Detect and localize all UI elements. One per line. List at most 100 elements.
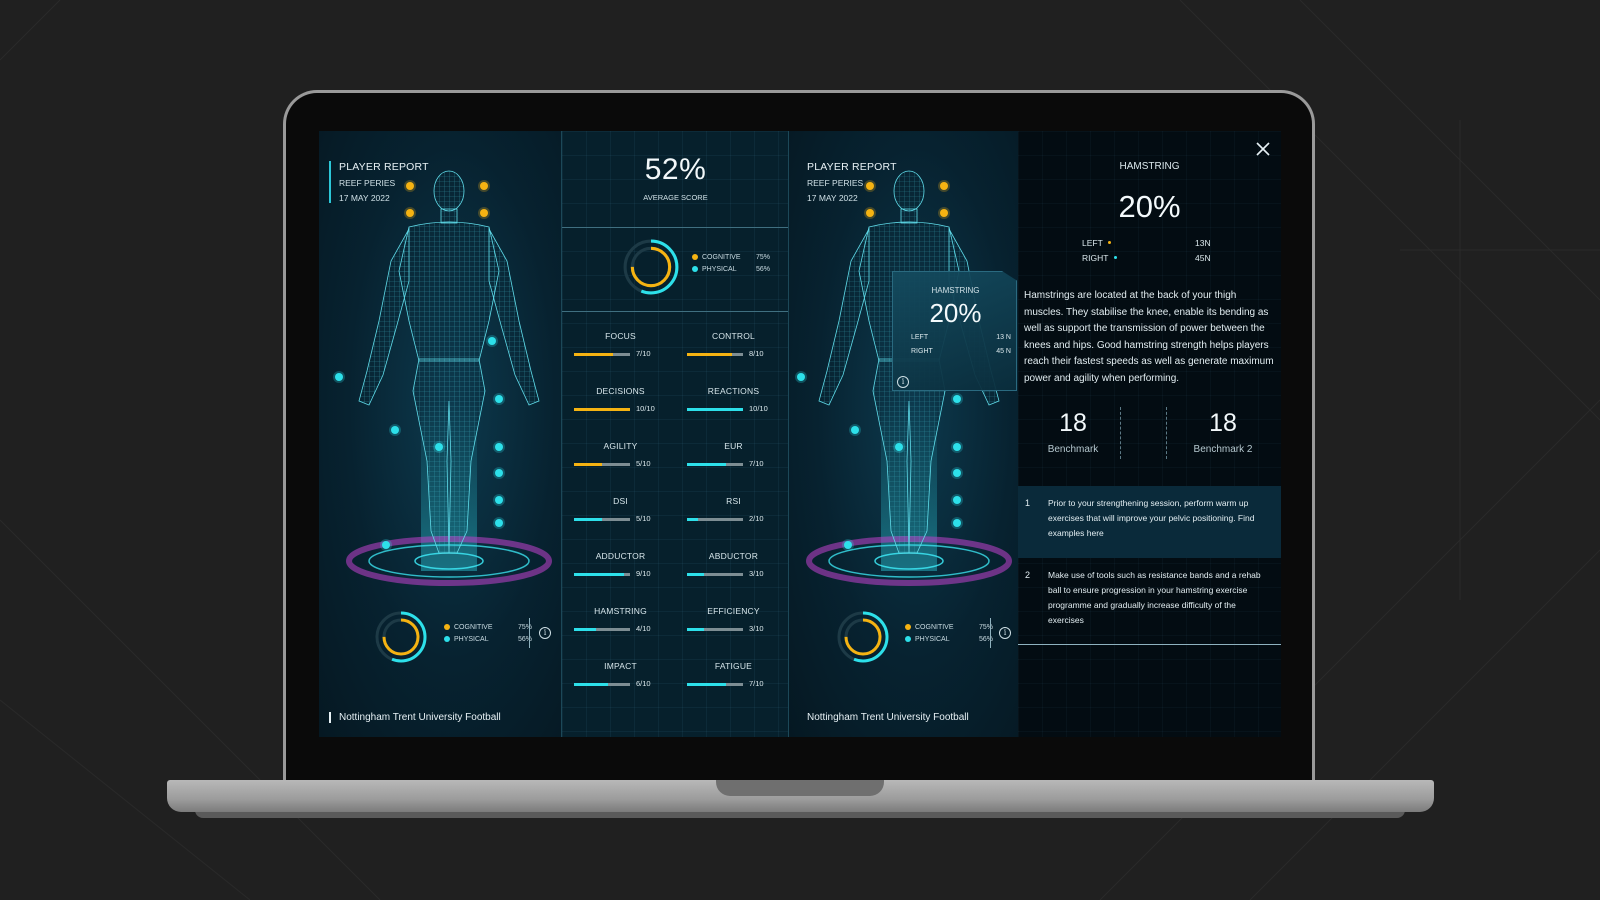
marker-dot[interactable] xyxy=(953,395,961,403)
metric-name: HAMSTRING xyxy=(594,606,647,616)
metric-impact[interactable]: IMPACT 6/10 xyxy=(564,661,677,688)
divider xyxy=(562,311,789,312)
metric-name: FOCUS xyxy=(605,331,636,341)
marker-dot[interactable] xyxy=(495,496,503,504)
metric-rsi[interactable]: RSI 2/10 xyxy=(677,496,790,523)
metric-bar-fill xyxy=(574,353,614,356)
marker-dot[interactable] xyxy=(480,209,488,217)
player-body-panel: PLAYER REPORT REEF PERIES 17 MAY 2022 CO… xyxy=(319,131,561,737)
marker-dot[interactable] xyxy=(953,496,961,504)
metric-bar-track xyxy=(687,408,743,411)
marker-dot[interactable] xyxy=(495,395,503,403)
metric-bar-fill xyxy=(687,683,727,686)
metric-reactions[interactable]: REACTIONS 10/10 xyxy=(677,386,790,413)
benchmark-2: 18 Benchmark 2 xyxy=(1178,409,1268,455)
tip-item[interactable]: 2 Make use of tools such as resistance b… xyxy=(1018,558,1281,645)
detail-description: Hamstrings are located at the back of yo… xyxy=(1024,290,1274,384)
marker-dot[interactable] xyxy=(382,541,390,549)
legend-physical-label: PHYSICAL xyxy=(915,635,950,643)
marker-dot[interactable] xyxy=(940,209,948,217)
divider xyxy=(562,227,789,228)
metric-abductor[interactable]: ABDUCTOR 3/10 xyxy=(677,551,790,578)
marker-dot[interactable] xyxy=(435,443,443,451)
marker-dot[interactable] xyxy=(953,469,961,477)
marker-dot[interactable] xyxy=(797,373,805,381)
legend-physical-pct: 56% xyxy=(755,265,770,273)
metric-bar-track xyxy=(687,518,743,521)
marker-dot[interactable] xyxy=(851,426,859,434)
metric-bar-track xyxy=(574,518,630,521)
metric-score: 10/10 xyxy=(749,404,768,413)
metric-name: FATIGUE xyxy=(714,661,753,671)
metric-dsi[interactable]: DSI 5/10 xyxy=(564,496,677,523)
marker-dot[interactable] xyxy=(406,182,414,190)
marker-dot[interactable] xyxy=(895,443,903,451)
marker-dot[interactable] xyxy=(480,182,488,190)
body-wireframe xyxy=(346,170,552,586)
info-icon[interactable]: i xyxy=(999,627,1011,639)
info-icon[interactable]: i xyxy=(539,627,551,639)
metric-decisions[interactable]: DECISIONS 10/10 xyxy=(564,386,677,413)
benchmark-1-value: 18 xyxy=(1059,409,1087,437)
marker-dot[interactable] xyxy=(406,209,414,217)
legend-physical-label: PHYSICAL xyxy=(454,635,489,643)
metric-name: AGILITY xyxy=(603,441,638,451)
metric-score: 4/10 xyxy=(636,624,651,633)
marker-dot[interactable] xyxy=(335,373,343,381)
legend-physical-label: PHYSICAL xyxy=(702,265,737,273)
metric-eur[interactable]: EUR 7/10 xyxy=(677,441,790,468)
marker-dot[interactable] xyxy=(844,541,852,549)
hamstring-popup[interactable]: HAMSTRING 20% LEFT 13 N RIGHT 45 N i xyxy=(892,271,1017,391)
marker-dot[interactable] xyxy=(495,519,503,527)
metric-name: ADDUCTOR xyxy=(595,551,646,561)
hamstring-detail-panel: HAMSTRING 20% LEFT 13N RIGHT 45N Hamstri… xyxy=(1018,131,1281,737)
laptop-notch xyxy=(716,780,884,796)
metric-efficiency[interactable]: EFFICIENCY 3/10 xyxy=(677,606,790,633)
marker-dot[interactable] xyxy=(488,337,496,345)
metric-score: 9/10 xyxy=(636,569,651,578)
marker-dot[interactable] xyxy=(953,443,961,451)
metric-name: EFFICIENCY xyxy=(707,606,760,616)
metric-agility[interactable]: AGILITY 5/10 xyxy=(564,441,677,468)
detail-right-label: RIGHT xyxy=(1082,253,1109,263)
metric-bar-fill xyxy=(574,573,625,576)
tip-text: Prior to your strengthening session, per… xyxy=(1048,498,1255,538)
metric-adductor[interactable]: ADDUCTOR 9/10 xyxy=(564,551,677,578)
metric-fatigue[interactable]: FATIGUE 7/10 xyxy=(677,661,790,688)
marker-dot[interactable] xyxy=(495,469,503,477)
popup-left-value: 13 N xyxy=(996,334,1011,341)
marker-dot[interactable] xyxy=(495,443,503,451)
metric-bar-fill xyxy=(687,518,699,521)
score-ring-chart xyxy=(835,609,891,670)
benchmark-1-label: Benchmark xyxy=(1047,444,1099,455)
marker-dot[interactable] xyxy=(940,182,948,190)
info-icon[interactable]: i xyxy=(897,376,909,388)
metric-bar-track xyxy=(574,573,630,576)
tip-number: 2 xyxy=(1025,570,1031,580)
metric-focus[interactable]: FOCUS 7/10 xyxy=(564,331,677,358)
metric-score: 6/10 xyxy=(636,679,651,688)
metric-bar-track xyxy=(687,628,743,631)
metric-bar-track xyxy=(687,573,743,576)
marker-dot[interactable] xyxy=(866,209,874,217)
popup-value: 20% xyxy=(929,298,982,328)
divider xyxy=(1166,407,1167,459)
metric-score: 5/10 xyxy=(636,459,651,468)
marker-dot[interactable] xyxy=(866,182,874,190)
tip-text: Make use of tools such as resistance ban… xyxy=(1048,570,1261,625)
summary-legend: COGNITIVE 75% PHYSICAL 56% xyxy=(692,251,770,275)
marker-dot[interactable] xyxy=(953,519,961,527)
metric-control[interactable]: CONTROL 8/10 xyxy=(677,331,790,358)
club-name: Nottingham Trent University Football xyxy=(329,712,501,723)
tip-item[interactable]: 1 Prior to your strengthening session, p… xyxy=(1018,486,1281,558)
metric-bar-fill xyxy=(687,628,704,631)
detail-left-label: LEFT xyxy=(1082,238,1103,248)
metric-bar-track xyxy=(687,683,743,686)
metrics-panel: 52% AVERAGE SCORE COGNITIVE 75% PHYSICAL 5… xyxy=(561,131,790,737)
metric-name: RSI xyxy=(726,496,741,506)
popup-right-value: 45 N xyxy=(996,348,1011,355)
metric-bar-fill xyxy=(687,463,727,466)
marker-dot[interactable] xyxy=(391,426,399,434)
metric-hamstring[interactable]: HAMSTRING 4/10 xyxy=(564,606,677,633)
close-icon[interactable] xyxy=(1255,141,1271,157)
